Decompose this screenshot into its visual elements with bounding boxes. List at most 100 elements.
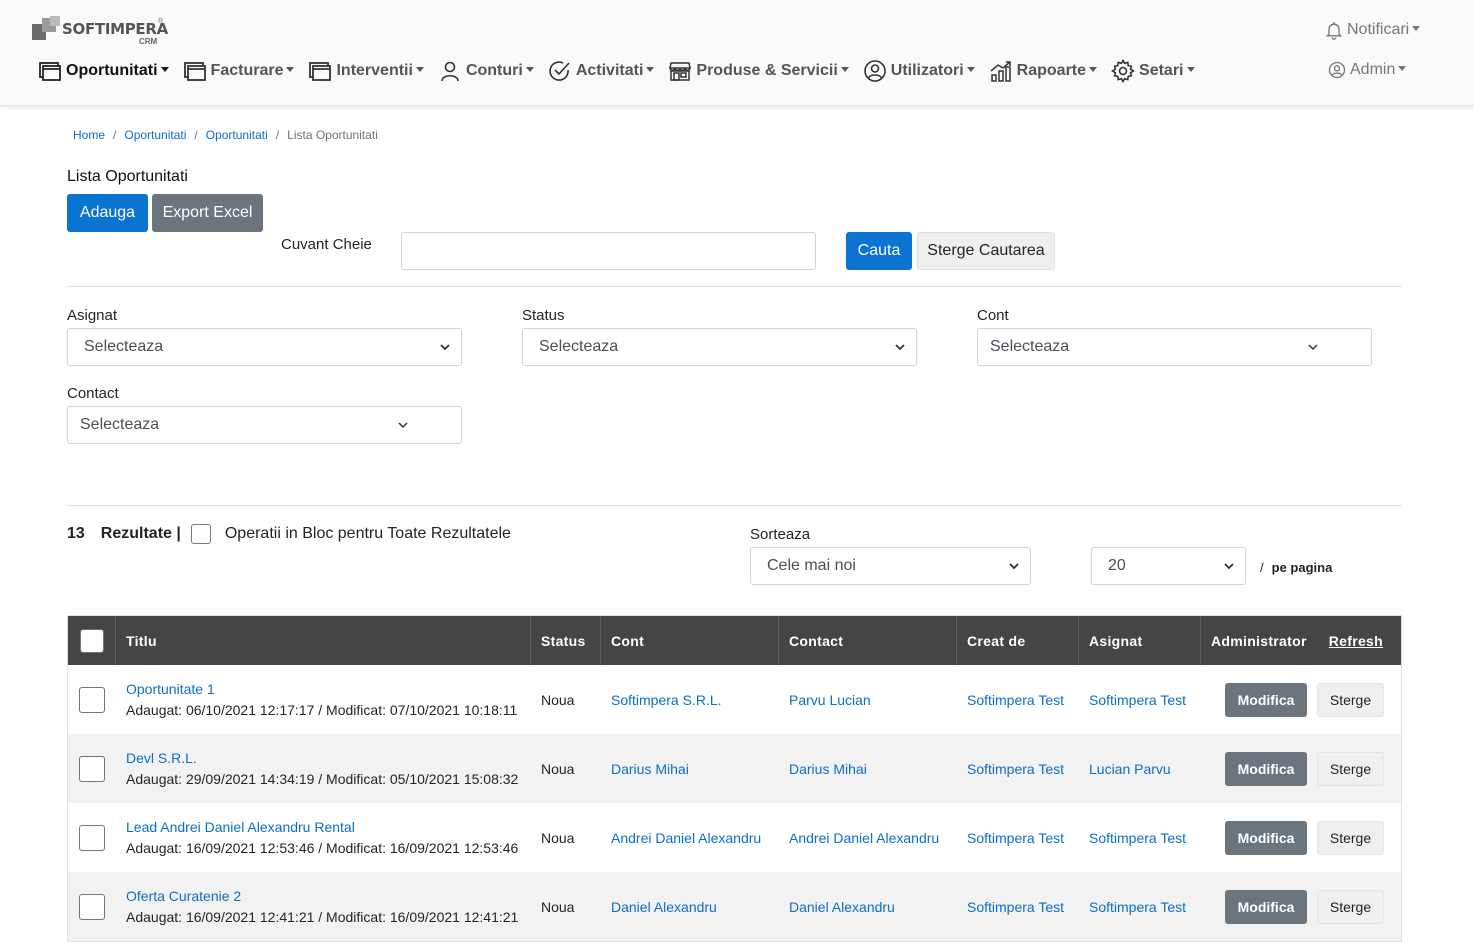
window-icon: [183, 62, 206, 81]
row-title-link[interactable]: Devl S.R.L.: [126, 750, 197, 766]
edit-button[interactable]: Modifica: [1225, 820, 1307, 855]
softimpera-logo[interactable]: SOFTIMPERA ® CRM: [32, 16, 172, 48]
row-contact-link[interactable]: Andrei Daniel Alexandru: [789, 830, 939, 846]
row-checkbox[interactable]: [79, 824, 105, 851]
sort-select[interactable]: Cele mai noi: [750, 547, 1031, 585]
delete-button[interactable]: Sterge: [1317, 751, 1384, 786]
refresh-link[interactable]: Refresh: [1329, 633, 1383, 649]
notifications-menu[interactable]: Notificari: [1324, 20, 1421, 40]
chevron-down-icon: [440, 344, 450, 351]
search-button[interactable]: Cauta: [846, 232, 912, 270]
row-contact-link[interactable]: Daniel Alexandru: [789, 899, 895, 915]
chevron-down-icon: [1224, 563, 1234, 570]
header-titlu[interactable]: Titlu: [116, 616, 531, 665]
row-asignat-link[interactable]: Softimpera Test: [1089, 692, 1186, 708]
nav-conturi[interactable]: Conturi: [438, 59, 534, 83]
nav-facturare[interactable]: Facturare: [183, 59, 295, 83]
per-page-label: / pe pagina: [1260, 560, 1333, 575]
header-cont[interactable]: Cont: [601, 616, 779, 665]
table-row: Oferta Curatenie 2 Adaugat: 16/09/2021 1…: [68, 872, 1401, 941]
breadcrumb-home[interactable]: Home: [73, 128, 105, 142]
logo-text: SOFTIMPERA: [62, 20, 168, 38]
row-asignat-link[interactable]: Softimpera Test: [1089, 830, 1186, 846]
edit-button[interactable]: Modifica: [1225, 889, 1307, 924]
user-circle-icon: [1328, 61, 1346, 79]
header-creat-de[interactable]: Creat de: [957, 616, 1079, 665]
select-all-checkbox[interactable]: [79, 628, 104, 653]
row-asignat-link[interactable]: Lucian Parvu: [1089, 761, 1171, 777]
nav-rapoarte[interactable]: Rapoarte: [989, 59, 1098, 83]
nav-setari[interactable]: Setari: [1111, 59, 1195, 83]
row-creat-link[interactable]: Softimpera Test: [967, 761, 1064, 777]
chevron-down-icon: [1308, 344, 1318, 351]
gear-icon: [1111, 59, 1136, 83]
row-title-link[interactable]: Oportunitate 1: [126, 681, 215, 697]
filter-asignat-label: Asignat: [67, 307, 118, 324]
chevron-down-icon: [1009, 563, 1019, 570]
logo-crm: CRM: [139, 37, 158, 46]
row-contact-link[interactable]: Darius Mihai: [789, 761, 867, 777]
keyword-label: Cuvant Cheie: [281, 236, 372, 253]
row-checkbox[interactable]: [79, 893, 105, 920]
table-row: Oportunitate 1 Adaugat: 06/10/2021 12:17…: [68, 665, 1401, 734]
delete-button[interactable]: Sterge: [1317, 820, 1384, 855]
table-row: Lead Andrei Daniel Alexandru Rental Adau…: [68, 803, 1401, 872]
row-dates: Adaugat: 16/09/2021 12:53:46 / Modificat…: [126, 840, 519, 856]
row-contact-link[interactable]: Parvu Lucian: [789, 692, 871, 708]
edit-button[interactable]: Modifica: [1225, 751, 1307, 786]
row-cont-link[interactable]: Softimpera S.R.L.: [611, 692, 722, 708]
filter-contact-select[interactable]: Selecteaza: [67, 406, 462, 444]
header-contact[interactable]: Contact: [779, 616, 957, 665]
user-circle-icon: [863, 60, 886, 82]
header-status[interactable]: Status: [531, 616, 601, 665]
nav-utilizatori[interactable]: Utilizatori: [863, 59, 975, 83]
breadcrumb-oportunitati-2[interactable]: Oportunitati: [206, 128, 268, 142]
filter-cont-label: Cont: [977, 307, 1009, 324]
filter-status-select[interactable]: Selecteaza: [522, 328, 917, 366]
filter-cont-select[interactable]: Selecteaza: [977, 328, 1372, 366]
top-navbar: SOFTIMPERA ® CRM Oportunitati Facturare …: [0, 0, 1474, 106]
admin-menu[interactable]: Admin: [1327, 60, 1407, 80]
graph-icon: [990, 61, 1011, 82]
row-cont-link[interactable]: Daniel Alexandru: [611, 899, 717, 915]
nav-activitati[interactable]: Activitati: [548, 59, 655, 83]
row-title-link[interactable]: Oferta Curatenie 2: [126, 888, 241, 904]
table-header: Titlu Status Cont Contact Creat de Asign…: [68, 616, 1401, 665]
nav-interventii[interactable]: Interventii: [308, 59, 424, 83]
chevron-down-icon: [398, 422, 408, 429]
add-button[interactable]: Adauga: [67, 194, 148, 232]
breadcrumb-oportunitati[interactable]: Oportunitati: [124, 128, 186, 142]
row-creat-link[interactable]: Softimpera Test: [967, 899, 1064, 915]
shop-icon: [669, 62, 692, 81]
clear-search-button[interactable]: Sterge Cautarea: [917, 232, 1055, 270]
breadcrumb: Home / Oportunitati / Oportunitati / Lis…: [73, 128, 378, 142]
row-checkbox[interactable]: [79, 686, 105, 713]
divider: [67, 286, 1402, 287]
nav-oportunitati[interactable]: Oportunitati: [38, 59, 169, 83]
row-dates: Adaugat: 16/09/2021 12:41:21 / Modificat…: [126, 909, 519, 925]
per-page-select[interactable]: 20: [1091, 547, 1246, 585]
row-cont-link[interactable]: Andrei Daniel Alexandru: [611, 830, 761, 846]
bulk-operations-checkbox[interactable]: [190, 524, 211, 544]
header-asignat[interactable]: Asignat: [1079, 616, 1201, 665]
export-excel-button[interactable]: Export Excel: [152, 194, 263, 232]
filter-asignat-select[interactable]: Selecteaza: [67, 328, 462, 366]
edit-button[interactable]: Modifica: [1225, 682, 1307, 717]
window-icon: [309, 62, 332, 81]
breadcrumb-current: Lista Oportunitati: [287, 128, 378, 142]
row-title-link[interactable]: Lead Andrei Daniel Alexandru Rental: [126, 819, 355, 835]
results-bar: 13 Rezultate | Operatii in Bloc pentru T…: [67, 524, 511, 544]
delete-button[interactable]: Sterge: [1317, 682, 1384, 717]
nav-produse-servicii[interactable]: Produse & Servicii: [668, 59, 849, 83]
row-creat-link[interactable]: Softimpera Test: [967, 692, 1064, 708]
row-creat-link[interactable]: Softimpera Test: [967, 830, 1064, 846]
row-checkbox[interactable]: [79, 755, 105, 782]
table-row: Devl S.R.L. Adaugat: 29/09/2021 14:34:19…: [68, 734, 1401, 803]
row-asignat-link[interactable]: Softimpera Test: [1089, 899, 1186, 915]
row-cont-link[interactable]: Darius Mihai: [611, 761, 689, 777]
check-circle-icon: [549, 61, 570, 81]
keyword-input[interactable]: [401, 232, 816, 270]
header-select-all: [68, 616, 116, 665]
window-icon: [39, 62, 61, 81]
delete-button[interactable]: Sterge: [1317, 889, 1384, 924]
